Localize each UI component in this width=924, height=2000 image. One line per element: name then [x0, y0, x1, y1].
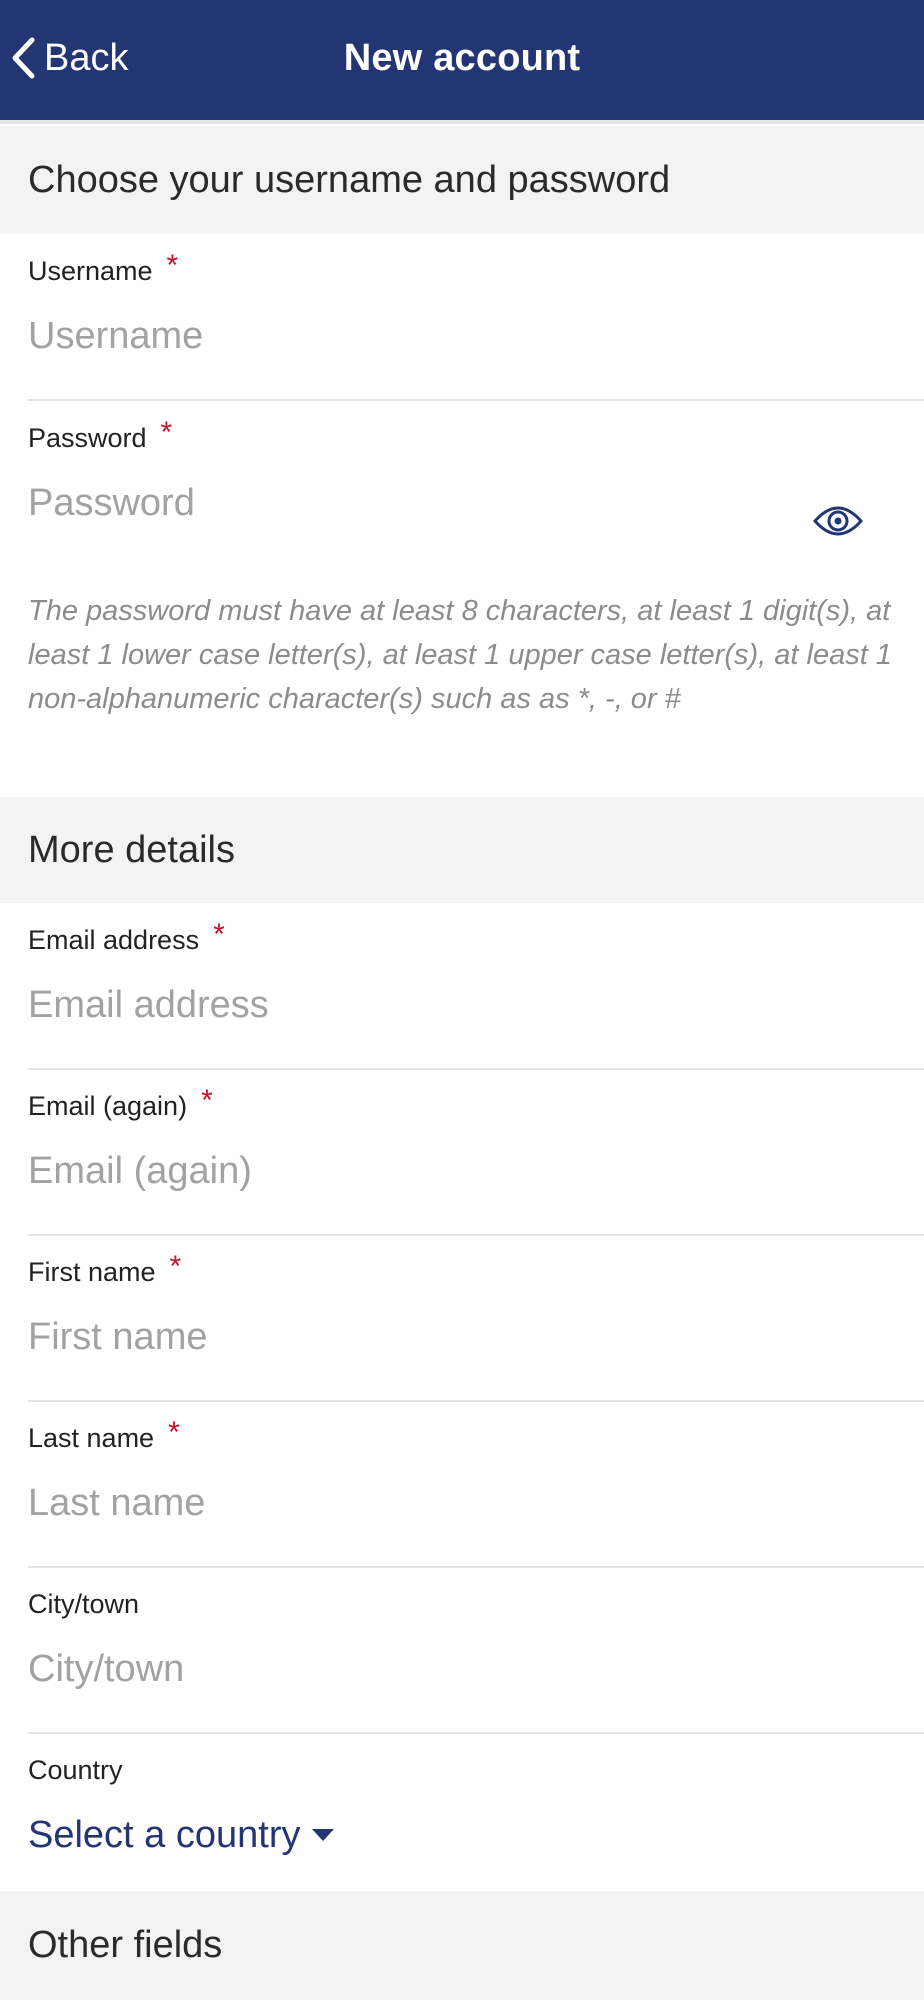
- section-title-credentials: Choose your username and password: [28, 158, 671, 201]
- country-select[interactable]: Select a country: [28, 1805, 335, 1865]
- first-name-input[interactable]: [28, 1305, 888, 1369]
- email-field-group: Email address *: [0, 903, 924, 1070]
- city-label: City/town: [28, 1589, 140, 1619]
- city-input[interactable]: [28, 1637, 888, 1701]
- email-again-label: Email (again) *: [28, 1084, 213, 1122]
- section-title-details: More details: [28, 828, 235, 871]
- country-label: Country: [28, 1755, 123, 1785]
- username-input[interactable]: [28, 304, 888, 368]
- password-requirements-hint: The password must have at least 8 charac…: [28, 595, 892, 715]
- caret-down-icon: [312, 1829, 335, 1841]
- section-title-other: Other fields: [28, 1924, 223, 1966]
- city-field-group: City/town: [0, 1567, 924, 1734]
- country-select-value: Select a country: [28, 1813, 301, 1856]
- password-field-group: Password * The password must have at lea…: [0, 401, 924, 797]
- username-field-group: Username *: [0, 234, 924, 401]
- required-marker: *: [201, 1084, 213, 1117]
- section-header-credentials: Choose your username and password: [0, 126, 924, 234]
- email-again-input[interactable]: [28, 1139, 888, 1203]
- password-input[interactable]: [28, 471, 788, 535]
- email-input[interactable]: [28, 973, 888, 1037]
- email-again-field-group: Email (again) *: [0, 1069, 924, 1236]
- last-name-input[interactable]: [28, 1471, 888, 1535]
- first-name-field-group: First name *: [0, 1235, 924, 1402]
- email-label: Email address *: [28, 918, 225, 956]
- required-marker: *: [169, 1250, 182, 1283]
- username-label: Username *: [28, 249, 179, 287]
- last-name-label: Last name *: [28, 1416, 180, 1454]
- country-field-group: Country Select a country: [0, 1733, 924, 1891]
- navigation-bar: Back New account: [0, 0, 924, 120]
- section-header-other: Other fields: [0, 1891, 924, 2000]
- first-name-label: First name *: [28, 1250, 182, 1288]
- show-password-button[interactable]: [812, 501, 864, 541]
- required-marker: *: [160, 416, 173, 449]
- required-marker: *: [213, 918, 225, 951]
- required-marker: *: [168, 1416, 180, 1449]
- required-marker: *: [166, 249, 179, 282]
- section-header-details: More details: [0, 797, 924, 903]
- password-label: Password *: [28, 416, 173, 454]
- header-divider: [0, 120, 924, 124]
- eye-icon: [812, 506, 864, 536]
- page-title: New account: [343, 36, 581, 79]
- last-name-field-group: Last name *: [0, 1401, 924, 1568]
